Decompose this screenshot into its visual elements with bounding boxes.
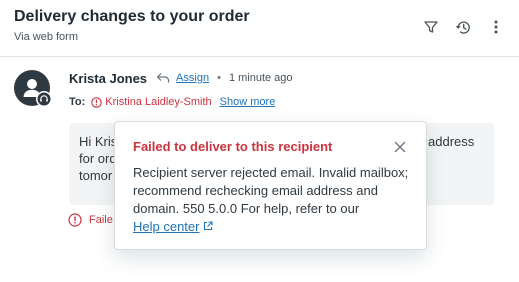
recipient-name[interactable]: Kristina Laidley-Smith — [105, 96, 211, 108]
to-label: To: — [69, 96, 86, 108]
error-icon — [91, 96, 103, 108]
help-center-row: Help center — [133, 218, 214, 234]
recipients-row: To: Kristina Laidley-Smith Show more — [69, 95, 275, 109]
popover-text: recommend rechecking email address and — [133, 183, 378, 198]
external-link-icon — [203, 221, 214, 231]
filter-icon[interactable] — [421, 17, 441, 37]
reply-icon — [156, 71, 170, 85]
ticket-channel: Via web form — [14, 31, 78, 43]
help-center-link[interactable]: Help center — [133, 219, 199, 234]
ticket-header: Delivery changes to your order Via web f… — [0, 0, 519, 57]
body-text: tomor — [79, 168, 113, 183]
close-icon[interactable] — [393, 140, 407, 154]
delivery-failure-popover: Failed to deliver to this recipient Reci… — [114, 121, 427, 250]
history-icon[interactable] — [453, 17, 473, 37]
body-text: address — [428, 134, 475, 149]
agent-badge — [36, 91, 52, 107]
error-icon — [68, 213, 82, 227]
popover-text: Recipient server rejected email. Invalid… — [133, 165, 409, 180]
ticket-title: Delivery changes to your order — [14, 8, 250, 25]
failure-label: Faile — [89, 214, 113, 226]
sender-name: Krista Jones — [69, 70, 148, 86]
assign-link[interactable]: Assign — [176, 72, 209, 84]
body-text: for ord — [79, 151, 117, 166]
separator-dot: • — [217, 72, 221, 84]
delivery-failure-row[interactable]: Faile — [68, 212, 113, 228]
headset-icon — [37, 92, 51, 106]
more-options-icon[interactable] — [486, 17, 506, 37]
sender-row: Krista Jones Assign • 1 minute ago — [69, 70, 293, 86]
show-more-link[interactable]: Show more — [220, 96, 276, 108]
popover-text: domain. 550 5.0.0 For help, refer to our — [133, 201, 360, 216]
timestamp: 1 minute ago — [228, 72, 293, 84]
body-text: Hi Kris — [79, 134, 118, 149]
popover-title: Failed to deliver to this recipient — [133, 139, 333, 154]
